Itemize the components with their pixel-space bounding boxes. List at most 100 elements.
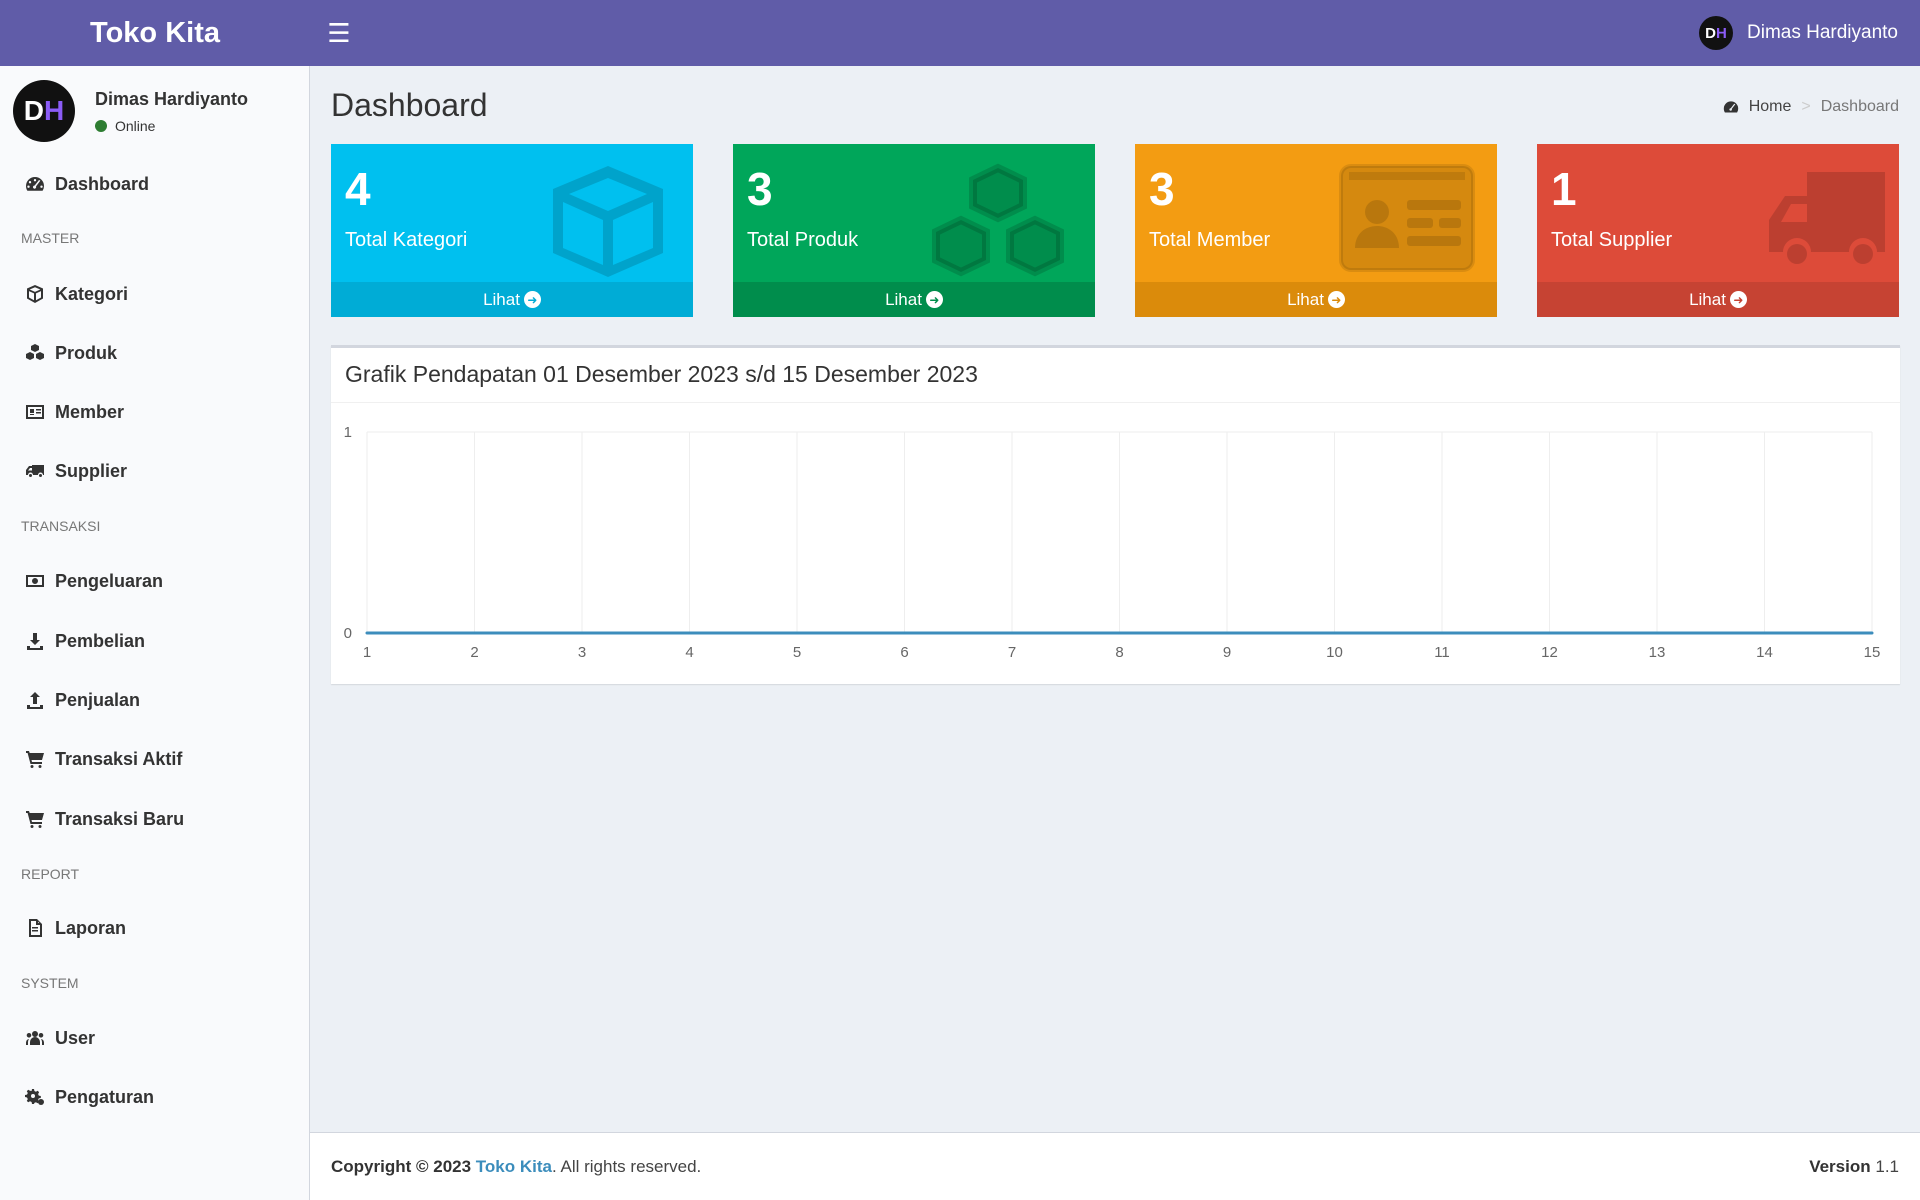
sidebar-item-pengaturan[interactable]: Pengaturan xyxy=(0,1072,309,1122)
id-card-icon xyxy=(1339,164,1475,272)
sidebar-item-transaksi-baru[interactable]: Transaksi Baru xyxy=(0,794,309,844)
menu-header-system: SYSTEM xyxy=(21,975,79,991)
x-tick-label: 9 xyxy=(1223,644,1231,661)
data-point xyxy=(1118,631,1121,635)
box-footer-link[interactable]: Lihat ➜ xyxy=(733,282,1095,317)
sidebar-item-produk[interactable]: Produk xyxy=(0,328,309,378)
data-point xyxy=(903,631,906,635)
cogs-icon xyxy=(24,1086,46,1108)
cart-icon xyxy=(24,808,46,830)
sidebar: DH Dimas Hardiyanto Online Dashboard MAS… xyxy=(0,66,310,1200)
box-footer-link[interactable]: Lihat ➜ xyxy=(1135,282,1497,317)
sidebar-item-dashboard[interactable]: Dashboard xyxy=(0,159,309,209)
chart-title: Grafik Pendapatan 01 Desember 2023 s/d 1… xyxy=(345,361,978,387)
avatar: DH xyxy=(13,80,75,142)
brand-logo[interactable]: Toko Kita xyxy=(0,0,310,66)
user-status[interactable]: Online xyxy=(95,118,248,134)
arrow-circle-right-icon: ➜ xyxy=(523,291,541,308)
cubes-icon xyxy=(932,163,1064,277)
sidebar-item-penjualan[interactable]: Penjualan xyxy=(0,675,309,725)
data-point xyxy=(1333,631,1336,635)
sidebar-item-pengeluaran[interactable]: Pengeluaran xyxy=(0,556,309,606)
user-panel: DH Dimas Hardiyanto Online xyxy=(0,66,309,156)
arrow-circle-right-icon: ➜ xyxy=(1327,291,1345,308)
breadcrumb-current: Dashboard xyxy=(1820,98,1899,115)
x-tick-label: 3 xyxy=(578,644,586,661)
file-pdf-icon xyxy=(24,917,46,939)
cubes-icon xyxy=(24,342,46,364)
footer-brand-link[interactable]: Toko Kita xyxy=(476,1157,552,1176)
box-count: 3 xyxy=(1149,163,1175,215)
cube-icon xyxy=(553,166,663,277)
truck-icon xyxy=(24,460,46,482)
box-label: Total Supplier xyxy=(1551,229,1673,251)
box-footer-link[interactable]: Lihat ➜ xyxy=(331,282,693,317)
x-tick-label: 5 xyxy=(793,644,801,661)
sidebar-item-pembelian[interactable]: Pembelian xyxy=(0,616,309,666)
data-point xyxy=(1655,631,1659,635)
user-panel-name: Dimas Hardiyanto xyxy=(95,88,249,109)
data-point xyxy=(1548,631,1551,635)
sidebar-item-laporan[interactable]: Laporan xyxy=(0,903,309,953)
box-label: Total Kategori xyxy=(345,229,468,251)
copyright: Copyright © 2023 Toko Kita. All rights r… xyxy=(331,1156,702,1176)
truck-icon xyxy=(1769,172,1885,264)
menu-header-master: MASTER xyxy=(21,230,80,246)
data-point xyxy=(1010,631,1014,635)
x-tick-label: 8 xyxy=(1115,644,1123,661)
sidebar-item-member[interactable]: Member xyxy=(0,387,309,437)
sidebar-item-kategori[interactable]: Kategori xyxy=(0,269,309,319)
version-info: Version 1.1 xyxy=(1809,1156,1899,1176)
x-tick-label: 6 xyxy=(900,644,908,661)
x-tick-label: 2 xyxy=(470,644,478,661)
box-footer-link[interactable]: Lihat ➜ xyxy=(1537,282,1899,317)
x-tick-label: 4 xyxy=(685,644,693,661)
main-footer: Copyright © 2023 Toko Kita. All rights r… xyxy=(310,1132,1920,1200)
page-title: Dashboard xyxy=(331,87,488,123)
breadcrumb-home-link[interactable]: Home xyxy=(1749,98,1792,116)
x-tick-label: 14 xyxy=(1756,644,1773,661)
sidebar-item-transaksi-aktif[interactable]: Transaksi Aktif xyxy=(0,734,309,784)
status-dot-icon xyxy=(95,119,107,132)
data-point xyxy=(1763,631,1766,635)
small-box-produk: 3 Total Produk Lihat ➜ xyxy=(733,144,1095,317)
small-box-supplier: 1 Total Supplier Lihat ➜ xyxy=(1537,144,1899,317)
data-point xyxy=(365,631,369,635)
sidebar-item-user[interactable]: User xyxy=(0,1013,309,1063)
data-point xyxy=(1440,631,1444,635)
arrow-circle-right-icon: ➜ xyxy=(925,291,943,308)
small-box-kategori: 4 Total Kategori Lihat ➜ xyxy=(331,144,693,317)
data-point xyxy=(1870,631,1874,635)
data-point xyxy=(580,631,584,635)
y-tick-label: 1 xyxy=(344,424,352,441)
x-tick-label: 7 xyxy=(1008,644,1016,661)
x-tick-label: 11 xyxy=(1434,644,1450,661)
cart-icon xyxy=(24,748,46,770)
menu-header-report: REPORT xyxy=(21,866,80,882)
money-icon xyxy=(24,570,46,592)
x-tick-label: 13 xyxy=(1649,644,1666,661)
dashboard-icon xyxy=(1723,101,1738,113)
data-point xyxy=(688,631,691,635)
box-count: 4 xyxy=(345,163,371,215)
chart-box: Grafik Pendapatan 01 Desember 2023 s/d 1… xyxy=(331,345,1900,684)
data-point xyxy=(473,631,476,635)
sidebar-item-supplier[interactable]: Supplier xyxy=(0,446,309,496)
user-menu[interactable]: DH Dimas Hardiyanto xyxy=(1699,16,1898,50)
breadcrumb-separator: > xyxy=(1801,98,1811,115)
menu-header-transaksi: TRANSAKSI xyxy=(21,518,101,534)
cube-icon xyxy=(24,283,46,305)
download-icon xyxy=(24,630,46,652)
sidebar-toggle-button[interactable]: ☰ xyxy=(310,0,368,66)
users-icon xyxy=(24,1027,46,1049)
y-tick-label: 0 xyxy=(344,625,352,642)
main-header: Toko Kita ☰ DH Dimas Hardiyanto xyxy=(0,0,1920,66)
x-tick-label: 12 xyxy=(1541,644,1558,661)
x-tick-label: 1 xyxy=(363,644,371,661)
dashboard-icon xyxy=(24,173,46,195)
upload-icon xyxy=(24,689,46,711)
box-label: Total Member xyxy=(1149,229,1271,251)
hamburger-icon: ☰ xyxy=(327,17,351,48)
data-point xyxy=(1225,631,1229,635)
x-tick-label: 15 xyxy=(1864,644,1881,661)
